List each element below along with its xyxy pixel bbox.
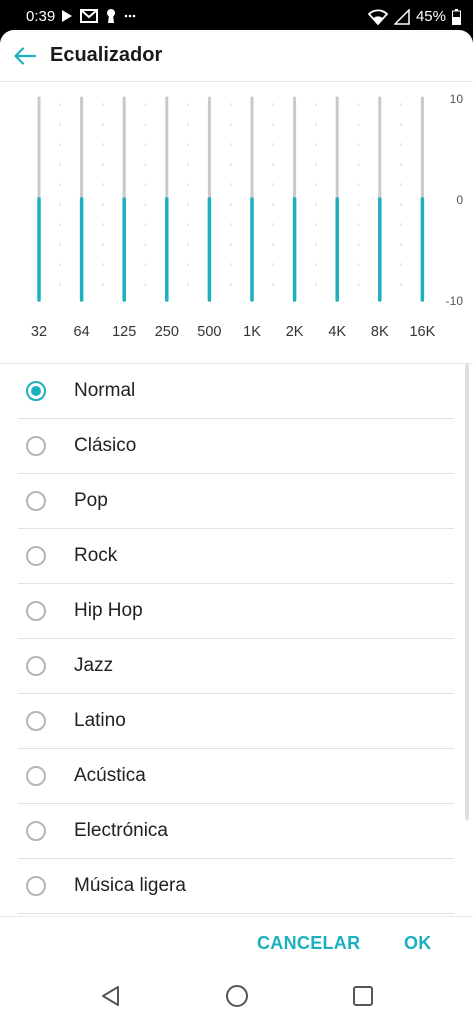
preset-label: Latino — [74, 710, 126, 731]
preset-label: Hip Hop — [74, 600, 143, 621]
home-circle-icon — [226, 985, 248, 1007]
dialog-footer: CANCELAR OK — [0, 916, 473, 968]
nav-recents-button[interactable] — [348, 982, 378, 1010]
preset-label: Acústica — [74, 765, 146, 786]
preset-label: Clásico — [74, 435, 137, 456]
preset-label: Rock — [74, 545, 118, 566]
band-label-125: 125 — [112, 324, 136, 340]
play-icon — [62, 10, 72, 22]
preset-list: Música ligera Electrónica Acústica Latino Ja… — [0, 364, 473, 916]
band-label-16K: 16K — [409, 324, 435, 340]
band-label-250: 250 — [155, 324, 179, 340]
nav-back-button[interactable] — [96, 982, 126, 1010]
preset-item[interactable]: Hip Hop — [18, 584, 454, 639]
preset-item[interactable]: Música ligera — [18, 859, 454, 914]
status-time: 0:39 — [26, 8, 56, 25]
notification-icons — [62, 8, 136, 24]
battery-icon — [452, 8, 461, 25]
preset-item[interactable]: Pop — [18, 474, 454, 529]
gmail-icon — [80, 9, 98, 23]
band-label-32: 32 — [31, 324, 47, 340]
nav-home-button[interactable] — [222, 982, 252, 1010]
back-button[interactable] — [10, 41, 40, 71]
equalizer-sheet: Ecualizador 32 64 125 250 500 1K 2K 4K 8K 16K 10 0 -… — [0, 30, 473, 968]
recents-square-icon — [353, 986, 373, 1006]
equalizer-graph: 32 64 125 250 500 1K 2K 4K 8K 16K 10 0 -10 — [31, 92, 464, 340]
radio-unchecked-icon[interactable] — [26, 766, 46, 786]
band-label-8K: 8K — [371, 324, 389, 340]
band-label-64: 64 — [74, 324, 90, 340]
preset-item[interactable]: Jazz — [18, 639, 454, 694]
radio-unchecked-icon[interactable] — [26, 436, 46, 456]
more-dots-icon — [124, 14, 136, 18]
status-right: 45% — [367, 8, 461, 25]
wifi-icon — [367, 9, 388, 25]
back-triangle-icon — [102, 986, 119, 1006]
signal-icon — [393, 8, 410, 25]
preset-item[interactable]: Electrónica — [18, 804, 454, 859]
radio-unchecked-icon[interactable] — [26, 821, 46, 841]
band-label-1K: 1K — [243, 324, 261, 340]
band-label-500: 500 — [197, 324, 221, 340]
ok-button[interactable]: OK — [404, 933, 432, 954]
band-label-2K: 2K — [286, 324, 304, 340]
cancel-button[interactable]: CANCELAR — [257, 933, 360, 954]
preset-label: Música ligera — [74, 875, 186, 896]
preset-item[interactable]: Acústica — [18, 749, 454, 804]
navigation-bar — [0, 968, 473, 1024]
scale-label-min: -10 — [446, 294, 464, 308]
preset-item[interactable]: Clásico — [18, 419, 454, 474]
preset-label: Normal — [74, 380, 136, 401]
radio-unchecked-icon[interactable] — [26, 601, 46, 621]
scale-label-mid: 0 — [456, 193, 463, 207]
status-bar: 0:39 45% — [0, 0, 473, 32]
radio-checked-icon[interactable] — [26, 381, 46, 401]
scrollbar[interactable] — [465, 364, 469, 820]
radio-unchecked-icon[interactable] — [26, 711, 46, 731]
battery-percent: 45% — [415, 8, 446, 25]
header: Ecualizador — [0, 30, 473, 82]
scale-label-max: 10 — [450, 92, 464, 106]
equalizer-panel: 32 64 125 250 500 1K 2K 4K 8K 16K 10 0 -10 — [0, 82, 473, 364]
preset-label: Jazz — [74, 655, 114, 676]
back-arrow-icon — [14, 47, 36, 65]
band-label-4K: 4K — [328, 324, 346, 340]
page-title: Ecualizador — [50, 44, 163, 66]
preset-item[interactable]: Latino — [18, 694, 454, 749]
preset-item[interactable]: Normal — [18, 364, 454, 419]
keyhole-icon — [107, 9, 115, 23]
preset-label: Pop — [74, 490, 108, 511]
preset-label: Electrónica — [74, 820, 168, 841]
radio-unchecked-icon[interactable] — [26, 491, 46, 511]
preset-item[interactable]: Rock — [18, 529, 454, 584]
radio-unchecked-icon[interactable] — [26, 876, 46, 896]
radio-unchecked-icon[interactable] — [26, 656, 46, 676]
radio-unchecked-icon[interactable] — [26, 546, 46, 566]
